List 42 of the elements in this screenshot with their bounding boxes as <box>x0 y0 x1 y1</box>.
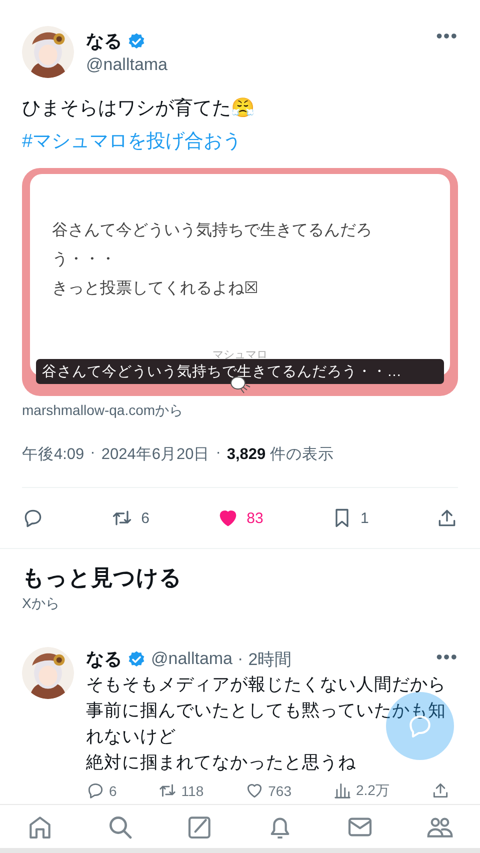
card-text-line: きっと投票してくれるよね☒ <box>52 279 259 299</box>
post-date: 2024年6月20日 <box>101 445 210 465</box>
section-subtitle: Xから <box>22 595 60 613</box>
card-text-line: 谷さんて今どういう気持ちで生きてるんだろ <box>52 220 373 241</box>
reply-button[interactable] <box>22 507 44 529</box>
card-caption: 谷さんて今どういう気持ちで生きてるんだろう・・… <box>36 359 444 384</box>
separator-dot: · <box>238 649 244 669</box>
display-name: なる <box>86 30 122 53</box>
bookmark-button[interactable]: 1 <box>330 507 369 529</box>
tweet-text: ひまそらはワシが育てた😤 <box>22 96 256 121</box>
like-button[interactable]: 763 <box>245 781 292 800</box>
bar-chart-icon <box>332 781 352 800</box>
share-icon <box>436 507 458 529</box>
tweet-text-line: そもそもメディアが報じたくない人間だから <box>86 673 446 696</box>
share-icon <box>430 781 450 800</box>
retweet-button[interactable]: 118 <box>158 781 204 800</box>
more-options-button[interactable]: ••• <box>436 647 458 668</box>
separator-dot: · <box>216 444 221 463</box>
section-heading: もっと見つける <box>22 564 183 592</box>
mascot-icon <box>229 376 251 394</box>
link-card[interactable]: 谷さんて今どういう気持ちで生きてるんだろ う・・・ きっと投票してくれるよね☒ マシュマロ 谷さんて今どういう気持ちで生きてるんだろう・・… <box>22 168 458 396</box>
post-time: 午後4:09 <box>22 445 84 465</box>
hashtag-link[interactable]: #マシュマロを投げ合おう <box>22 125 458 158</box>
reply-button[interactable]: 6 <box>86 781 117 800</box>
retweet-button[interactable]: 6 <box>111 507 150 529</box>
user-handle: @nalltama <box>151 649 233 669</box>
view-count: 3,829 件の表示 <box>226 445 334 465</box>
user-handle: @nalltama <box>86 55 169 75</box>
reply-icon <box>22 507 44 529</box>
display-name: なる <box>86 648 122 671</box>
reply-icon <box>86 781 105 800</box>
share-button[interactable] <box>430 781 450 800</box>
tweet-text-line: 絶対に掴まれてなかったと思うね <box>86 751 356 774</box>
separator-dot: · <box>90 444 96 463</box>
card-text-line: う・・・ <box>52 250 117 270</box>
like-button[interactable]: 83 <box>216 507 264 529</box>
views-button[interactable]: 2.2万 <box>332 781 390 800</box>
tweet-text-line: れないけど <box>86 725 176 748</box>
post-age: 2時間 <box>248 648 292 670</box>
more-options-button[interactable]: ••• <box>436 26 458 47</box>
card-source: marshmallow-qa.comから <box>21 401 184 420</box>
share-button[interactable] <box>436 507 458 529</box>
